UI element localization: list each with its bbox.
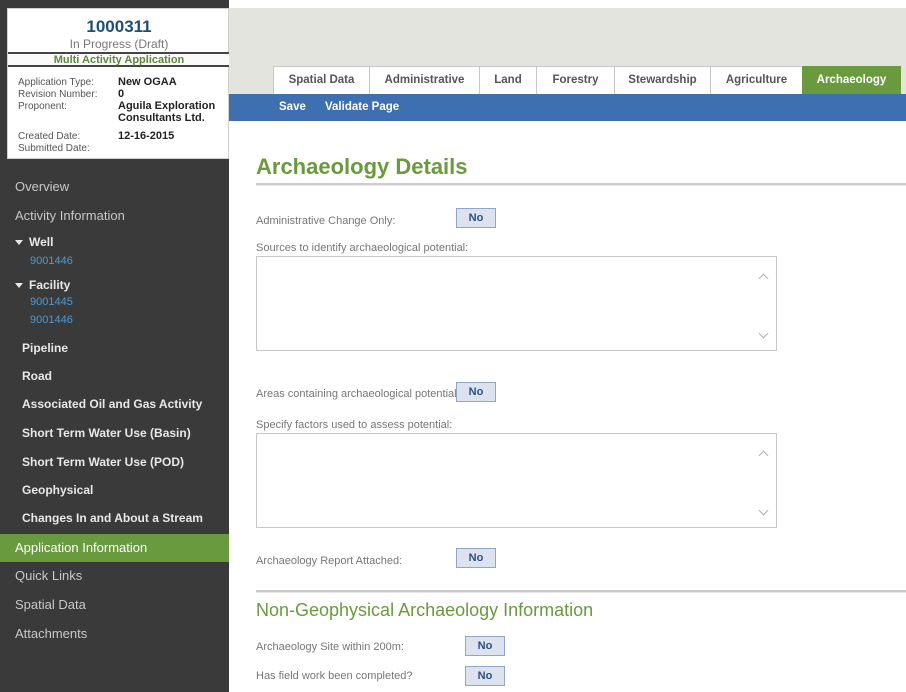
tab-agriculture[interactable]: Agriculture <box>710 66 803 94</box>
sidebar-item-quick-links[interactable]: Quick Links <box>0 562 229 590</box>
scroll-up-icon[interactable] <box>758 272 770 284</box>
admin-change-label: Administrative Change Only: <box>256 215 396 227</box>
site-within-200m-label: Archaeology Site within 200m: <box>256 641 404 653</box>
sidebar-group-facility-label: Facility <box>29 278 71 292</box>
tab-stewardship[interactable]: Stewardship <box>614 66 711 94</box>
scroll-down-icon[interactable] <box>758 328 770 340</box>
areas-label: Areas containing archaeological potentia… <box>256 388 460 400</box>
tab-spatial-data[interactable]: Spatial Data <box>273 66 370 94</box>
sidebar-link-facility-9001446[interactable]: 9001446 <box>30 314 73 326</box>
report-attached-label: Archaeology Report Attached: <box>256 555 403 567</box>
sidebar-item-stwu-pod[interactable]: Short Term Water Use (POD) <box>0 455 229 469</box>
sidebar-item-associated-activity[interactable]: Associated Oil and Gas Activity <box>0 397 229 411</box>
sidebar-item-pipeline[interactable]: Pipeline <box>0 341 229 355</box>
sidebar-item-overview[interactable]: Overview <box>0 173 229 201</box>
application-kind: Multi Activity Application <box>8 52 230 67</box>
caret-down-icon <box>15 283 23 289</box>
sidebar-item-stream-changes[interactable]: Changes In and About a Stream <box>0 511 229 525</box>
scroll-up-icon[interactable] <box>758 449 770 461</box>
application-number: 1000311 <box>86 17 152 36</box>
sidebar-link-facility-9001445[interactable]: 9001445 <box>30 296 73 308</box>
application-type-label: Application Type: <box>18 77 94 88</box>
sidebar-item-geophysical[interactable]: Geophysical <box>0 483 229 497</box>
tab-archaeology[interactable]: Archaeology <box>802 66 901 94</box>
section-title: Non-Geophysical Archaeology Information <box>256 600 594 620</box>
tab-forestry[interactable]: Forestry <box>536 66 615 94</box>
sources-textarea[interactable] <box>256 256 777 351</box>
save-button[interactable]: Save <box>279 101 306 113</box>
application-status: In Progress (Draft) <box>69 37 169 51</box>
created-date-value: 12-16-2015 <box>118 130 175 142</box>
revision-number-label: Revision Number: <box>18 89 98 100</box>
proponent-value: Aguila Exploration Consultants Ltd. <box>118 100 216 124</box>
sidebar-group-well-label: Well <box>29 235 54 249</box>
app-root: 1000311 In Progress (Draft) Multi Activi… <box>0 0 906 692</box>
tab-land[interactable]: Land <box>479 66 537 94</box>
page-title: Archaeology Details <box>256 154 468 179</box>
validate-page-button[interactable]: Validate Page <box>325 101 399 113</box>
sidebar-item-stwu-basin[interactable]: Short Term Water Use (Basin) <box>0 426 229 440</box>
fieldwork-toggle[interactable]: No <box>465 666 505 686</box>
proponent-label: Proponent: <box>18 101 67 112</box>
sidebar-item-road[interactable]: Road <box>0 369 229 383</box>
sidebar-link-well-9001446[interactable]: 9001446 <box>30 255 73 267</box>
submitted-date-label: Submitted Date: <box>18 143 90 154</box>
site-within-200m-toggle[interactable]: No <box>465 636 505 656</box>
admin-change-toggle[interactable]: No <box>456 208 496 228</box>
revision-number-value: 0 <box>118 88 125 100</box>
fieldwork-label: Has field work been completed? <box>256 670 413 682</box>
action-toolbar: Save Validate Page <box>229 94 906 121</box>
report-attached-toggle[interactable]: No <box>456 548 496 568</box>
factors-label: Specify factors used to assess potential… <box>256 419 453 431</box>
tab-administrative[interactable]: Administrative <box>369 66 480 94</box>
sources-label: Sources to identify archaeological poten… <box>256 242 469 254</box>
sidebar: 1000311 In Progress (Draft) Multi Activi… <box>0 0 230 692</box>
factors-textarea[interactable] <box>256 433 777 528</box>
sidebar-item-application-information[interactable]: Application Information <box>0 534 229 562</box>
section-divider <box>256 590 906 593</box>
created-date-label: Created Date: <box>18 131 81 142</box>
caret-down-icon <box>15 240 23 246</box>
application-summary-card: 1000311 In Progress (Draft) Multi Activi… <box>7 8 230 159</box>
sidebar-group-facility[interactable]: Facility <box>0 278 229 292</box>
sidebar-item-attachments[interactable]: Attachments <box>0 620 229 648</box>
application-type-value: New OGAA <box>118 76 177 88</box>
areas-toggle[interactable]: No <box>456 382 496 402</box>
scroll-down-icon[interactable] <box>758 505 770 517</box>
sidebar-item-spatial-data[interactable]: Spatial Data <box>0 591 229 619</box>
sidebar-item-activity-information[interactable]: Activity Information <box>0 202 229 230</box>
title-divider <box>256 183 906 186</box>
sidebar-group-well[interactable]: Well <box>0 235 229 249</box>
